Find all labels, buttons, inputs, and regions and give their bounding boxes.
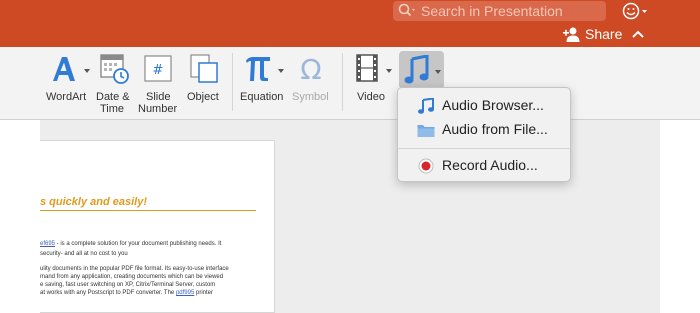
- object-icon: [190, 54, 218, 83]
- object-button[interactable]: Object: [185, 47, 223, 119]
- menu-item-audio-from-file[interactable]: Audio from File...: [398, 119, 570, 141]
- slide-number-button[interactable]: # Slide Number: [138, 47, 180, 119]
- menu-item-label: Audio from File...: [442, 121, 548, 137]
- pi-icon: [246, 57, 270, 81]
- menu-item-audio-browser[interactable]: Audio Browser...: [398, 95, 570, 117]
- video-dropdown-icon[interactable]: [386, 69, 392, 73]
- date-time-button[interactable]: Date & Time: [96, 47, 132, 119]
- title-bar: Search in Presentation Share: [0, 0, 700, 47]
- film-strip-icon: [356, 54, 378, 82]
- slide-canvas[interactable]: s quickly and easily! ef695 - is a compl…: [40, 140, 275, 313]
- record-icon: [418, 158, 434, 174]
- wordart-label: WordArt: [46, 91, 87, 103]
- ribbon-separator: [342, 53, 343, 111]
- slide-heading: s quickly and easily!: [40, 196, 147, 208]
- menu-item-label: Record Audio...: [442, 157, 538, 173]
- wordart-icon: [53, 57, 75, 81]
- menu-item-label: Audio Browser...: [442, 97, 544, 113]
- slide-number-label-2: Number: [138, 103, 178, 115]
- audio-dropdown-menu: Audio Browser... Audio from File... Reco…: [397, 87, 571, 182]
- collapse-ribbon-icon[interactable]: [632, 29, 644, 39]
- calendar-clock-icon: [100, 54, 129, 84]
- slide-number-label-1: Slide: [146, 91, 171, 103]
- feedback-smiley-icon[interactable]: [620, 1, 650, 21]
- share-label: Share: [585, 26, 623, 42]
- search-box[interactable]: Search in Presentation: [393, 1, 606, 21]
- menu-divider: [398, 148, 570, 149]
- date-time-label-1: Date &: [96, 91, 130, 103]
- thumbnail-pane: [0, 120, 40, 313]
- date-time-label-2: Time: [100, 103, 125, 115]
- svg-text:Ω: Ω: [300, 54, 321, 82]
- audio-dropdown-icon[interactable]: [435, 70, 441, 74]
- symbol-label: Symbol: [292, 91, 329, 103]
- ribbon-separator: [232, 53, 233, 111]
- omega-icon: Ω: [300, 54, 321, 82]
- music-note-icon: [404, 55, 429, 84]
- object-label: Object: [187, 91, 219, 103]
- music-note-icon: [418, 98, 434, 114]
- body-line: mand from any application, creating docu…: [40, 274, 224, 280]
- equation-label: Equation: [240, 91, 284, 103]
- search-icon: [398, 3, 415, 17]
- body-link[interactable]: ef695: [40, 241, 55, 247]
- audio-button[interactable]: [399, 51, 444, 89]
- body-link[interactable]: pdf995: [176, 290, 194, 296]
- body-line: ef695 - is a complete solution for your …: [40, 241, 222, 247]
- right-margin: [660, 120, 700, 313]
- body-line: e saving, fast user switching on XP, Cit…: [40, 282, 216, 288]
- svg-text:#: #: [153, 63, 164, 78]
- wordart-button[interactable]: WordArt: [44, 47, 94, 119]
- equation-button[interactable]: Equation: [238, 47, 288, 119]
- folder-icon: [417, 125, 435, 137]
- add-person-icon: [563, 27, 580, 42]
- body-line: at works with any Postscript to PDF conv…: [40, 290, 213, 296]
- video-button[interactable]: Video: [352, 47, 396, 119]
- body-line: security- and all at no cost to you: [40, 251, 128, 257]
- equation-dropdown-icon[interactable]: [278, 69, 284, 73]
- wordart-dropdown-icon[interactable]: [84, 69, 90, 73]
- slide-number-icon: #: [144, 55, 172, 82]
- body-line: ulity documents in the popular PDF file …: [40, 266, 229, 272]
- search-placeholder: Search in Presentation: [421, 3, 563, 19]
- menu-item-record-audio[interactable]: Record Audio...: [398, 155, 570, 177]
- video-label: Video: [357, 91, 385, 103]
- heading-rule: [40, 210, 256, 211]
- symbol-button[interactable]: Ω Symbol: [290, 47, 332, 119]
- insert-ribbon: WordArt Date & Time # Slide Number Objec…: [0, 47, 700, 120]
